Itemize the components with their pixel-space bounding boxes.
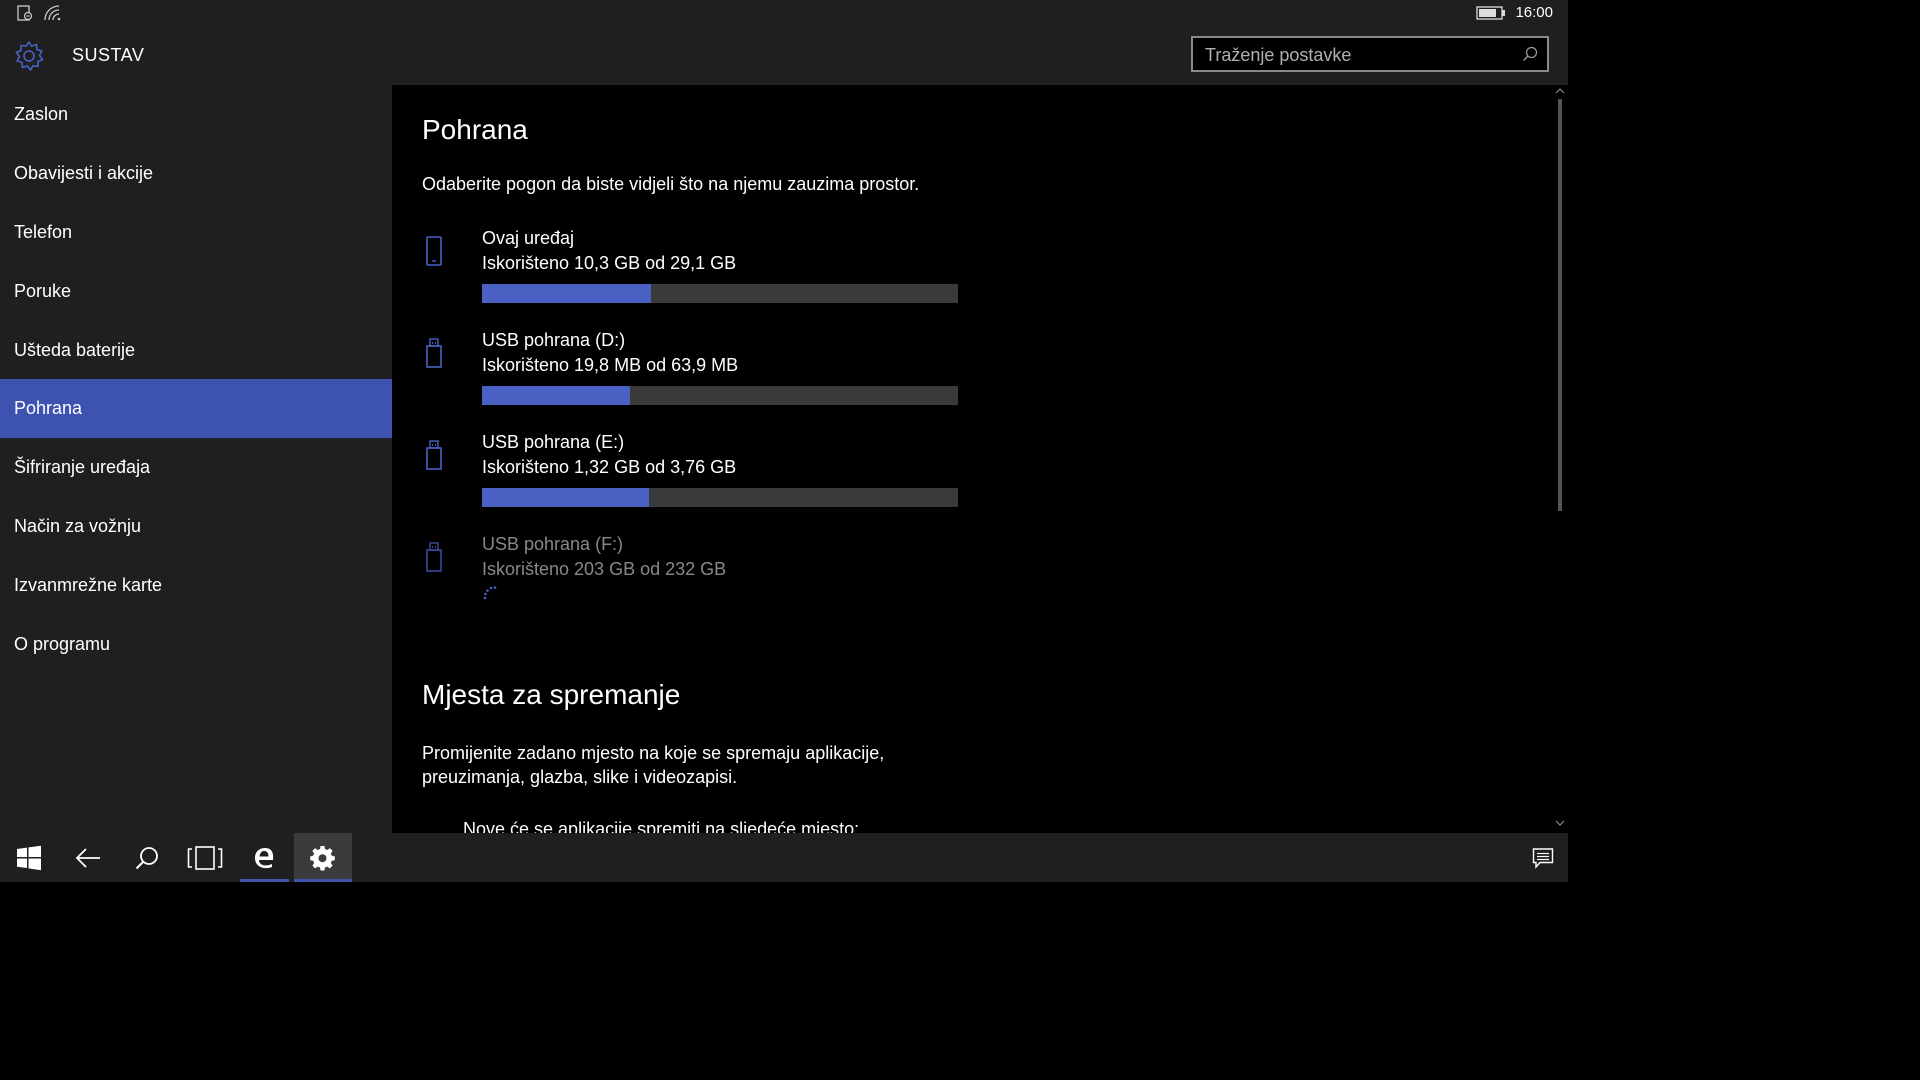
usage-bar xyxy=(482,284,958,303)
phone-icon xyxy=(422,234,446,275)
drive-usage: Iskorišteno 10,3 GB od 29,1 GB xyxy=(482,253,737,273)
drive-usb-e[interactable]: USB pohrana (E:) Iskorišteno 1,32 GB od … xyxy=(422,432,962,522)
search-icon xyxy=(135,846,158,869)
edge-icon xyxy=(254,847,273,868)
action-center-icon xyxy=(1532,847,1554,869)
page-title: Pohrana xyxy=(422,114,528,145)
usb-drive-icon xyxy=(422,438,446,479)
task-view-icon xyxy=(187,845,223,870)
drive-name: USB pohrana (F:) xyxy=(482,534,624,554)
intro-text: Odaberite pogon da biste vidjeli što na … xyxy=(422,174,920,194)
usage-bar-fill xyxy=(482,284,651,303)
usb-drive-icon xyxy=(422,540,446,581)
clock: 16:00 xyxy=(1515,4,1553,21)
settings-taskbar-button[interactable] xyxy=(294,833,352,882)
sidebar-item-nacin-za-voznju[interactable]: Način za vožnju xyxy=(0,497,392,556)
drive-usage: Iskorišteno 19,8 MB od 63,9 MB xyxy=(482,355,739,375)
drive-name: USB pohrana (D:) xyxy=(482,330,626,350)
drive-name: Ovaj uređaj xyxy=(482,228,575,248)
save-locations-description: Promijenite zadano mjesto na koje se spr… xyxy=(422,743,885,787)
drive-usage: Iskorišteno 203 GB od 232 GB xyxy=(482,559,727,579)
wifi-signal-icon xyxy=(42,4,62,27)
start-icon xyxy=(17,845,41,870)
scrollbar-thumb[interactable] xyxy=(1558,99,1562,511)
sidebar-item-zaslon[interactable]: Zaslon xyxy=(0,85,392,144)
scrollbar[interactable] xyxy=(1552,85,1568,833)
back-button[interactable] xyxy=(59,833,117,882)
sidebar-item-poruke[interactable]: Poruke xyxy=(0,262,392,321)
sidebar-item-pohrana[interactable]: Pohrana xyxy=(0,379,392,438)
drive-this-device[interactable]: Ovaj uređaj Iskorišteno 10,3 GB od 29,1 … xyxy=(422,228,962,318)
sidebar-item-usteda-baterije[interactable]: Ušteda baterije xyxy=(0,321,392,380)
notification-icon xyxy=(16,4,34,27)
sidebar-item-sifriranje[interactable]: Šifriranje uređaja xyxy=(0,438,392,497)
settings-gear-icon xyxy=(12,39,46,78)
action-center-button[interactable] xyxy=(1514,833,1572,882)
usage-bar xyxy=(482,488,958,507)
section-title-save-locations: Mjesta za spremanje xyxy=(422,679,681,710)
sidebar-item-obavijesti[interactable]: Obavijesti i akcije xyxy=(0,144,392,203)
status-bar: 16:00 xyxy=(0,0,1568,26)
battery-icon xyxy=(1476,6,1506,25)
usage-bar xyxy=(482,386,958,405)
search-button[interactable] xyxy=(118,833,176,882)
sidebar: Zaslon Obavijesti i akcije Telefon Poruk… xyxy=(0,85,392,833)
drive-usb-d[interactable]: USB pohrana (D:) Iskorišteno 19,8 MB od … xyxy=(422,330,962,420)
start-button[interactable] xyxy=(0,833,58,882)
scroll-down-icon[interactable] xyxy=(1555,819,1565,829)
settings-search-box[interactable] xyxy=(1191,36,1549,72)
main-content: Pohrana Odaberite pogon da biste vidjeli… xyxy=(392,85,1552,833)
task-view-button[interactable] xyxy=(176,833,234,882)
search-icon[interactable] xyxy=(1521,45,1539,68)
taskbar xyxy=(0,833,1568,882)
edge-button[interactable] xyxy=(240,833,289,882)
search-input[interactable] xyxy=(1193,38,1527,72)
sidebar-item-o-programu[interactable]: O programu xyxy=(0,615,392,674)
app-header: SUSTAV xyxy=(0,26,1568,85)
usb-drive-icon xyxy=(422,336,446,377)
drive-usage: Iskorišteno 1,32 GB od 3,76 GB xyxy=(482,457,737,477)
sidebar-item-izvanmrezne-karte[interactable]: Izvanmrežne karte xyxy=(0,556,392,615)
sidebar-item-telefon[interactable]: Telefon xyxy=(0,203,392,262)
usage-bar-fill xyxy=(482,488,650,507)
loading-spinner-icon xyxy=(482,584,500,607)
drive-name: USB pohrana (E:) xyxy=(482,432,625,452)
app-title: SUSTAV xyxy=(72,45,145,65)
back-arrow-icon xyxy=(75,847,100,868)
usage-bar-fill xyxy=(482,386,630,405)
scroll-up-icon[interactable] xyxy=(1555,87,1565,97)
drive-usb-f[interactable]: USB pohrana (F:) Iskorišteno 203 GB od 2… xyxy=(422,534,962,624)
settings-gear-icon xyxy=(310,845,335,871)
new-apps-label: Nove će se aplikacije spremiti na sljede… xyxy=(463,819,860,833)
